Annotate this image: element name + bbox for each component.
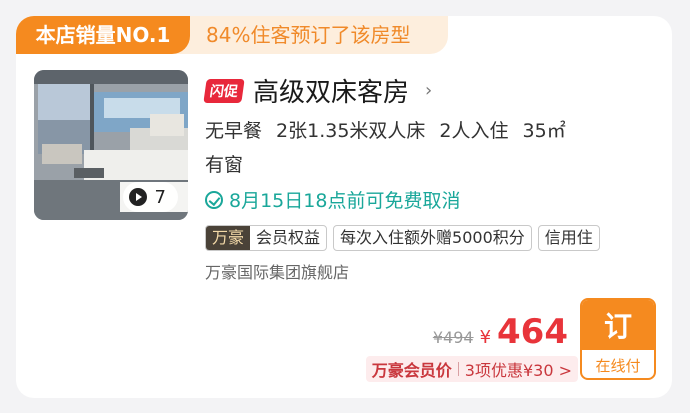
flash-sale-badge: 闪促 bbox=[203, 78, 245, 103]
credit-stay-tag: 信用住 bbox=[537, 225, 600, 251]
member-price-label: 万豪会员价 bbox=[371, 361, 452, 380]
cancel-policy: 8月15日18点前可免费取消 bbox=[205, 186, 460, 213]
currency-symbol: ¥ bbox=[479, 327, 492, 348]
spec-beds: 2张1.35米双人床 bbox=[276, 120, 426, 142]
spec-occupancy: 2人入住 bbox=[439, 120, 509, 142]
photo-count-badge[interactable]: 7 bbox=[122, 182, 178, 212]
room-title-row[interactable]: 闪促 高级双床客房 › bbox=[203, 72, 433, 109]
price-area: ¥494 ¥ 464 bbox=[433, 312, 568, 352]
member-benefit-label: 会员权益 bbox=[256, 228, 321, 247]
sales-rank-badge: 本店销量NO.1 bbox=[16, 16, 190, 54]
credit-stay-label: 信用住 bbox=[544, 228, 593, 247]
original-price: ¥494 bbox=[432, 328, 474, 347]
play-icon bbox=[128, 188, 147, 206]
photo-count-value: 7 bbox=[154, 186, 166, 208]
book-button-label: 订 bbox=[582, 300, 654, 350]
member-benefit-tag: 万豪 会员权益 bbox=[205, 225, 328, 251]
room-photo[interactable]: 7 bbox=[34, 70, 188, 220]
spec-window: 有窗 bbox=[205, 154, 244, 176]
book-button[interactable]: 订 在线付 bbox=[580, 298, 656, 380]
check-circle-icon bbox=[205, 190, 223, 209]
brand-tag-label: 万豪 bbox=[206, 226, 251, 250]
room-card[interactable]: 本店销量NO.1 84%住客预订了该房型 7 闪促 高级双床客房 › 无早餐 2… bbox=[16, 16, 672, 398]
booked-percentage-text: 84%住客预订了该房型 bbox=[206, 23, 411, 47]
current-price: 464 bbox=[497, 312, 568, 352]
member-price-row[interactable]: 万豪会员价 3项优惠¥30 > bbox=[365, 356, 578, 382]
hotel-group-store: 万豪国际集团旗舰店 bbox=[205, 263, 350, 282]
chevron-right-icon: › bbox=[425, 80, 433, 101]
room-specs: 无早餐 2张1.35米双人床 2人入住 35㎡ bbox=[205, 116, 566, 143]
spec-breakfast: 无早餐 bbox=[205, 120, 263, 142]
bonus-points-tag: 每次入住额外赠5000积分 bbox=[333, 225, 532, 251]
room-title: 高级双床客房 bbox=[253, 78, 410, 108]
book-button-sublabel: 在线付 bbox=[595, 356, 641, 375]
top-banner: 本店销量NO.1 84%住客预订了该房型 bbox=[16, 16, 448, 54]
spec-area: 35㎡ bbox=[522, 120, 566, 142]
cancel-policy-text: 8月15日18点前可免费取消 bbox=[229, 190, 461, 212]
member-deal-link: 3项优惠¥30 > bbox=[464, 361, 572, 380]
benefit-tags: 万豪 会员权益 每次入住额外赠5000积分 信用住 bbox=[205, 225, 600, 251]
bonus-points-label: 每次入住额外赠5000积分 bbox=[340, 228, 525, 247]
